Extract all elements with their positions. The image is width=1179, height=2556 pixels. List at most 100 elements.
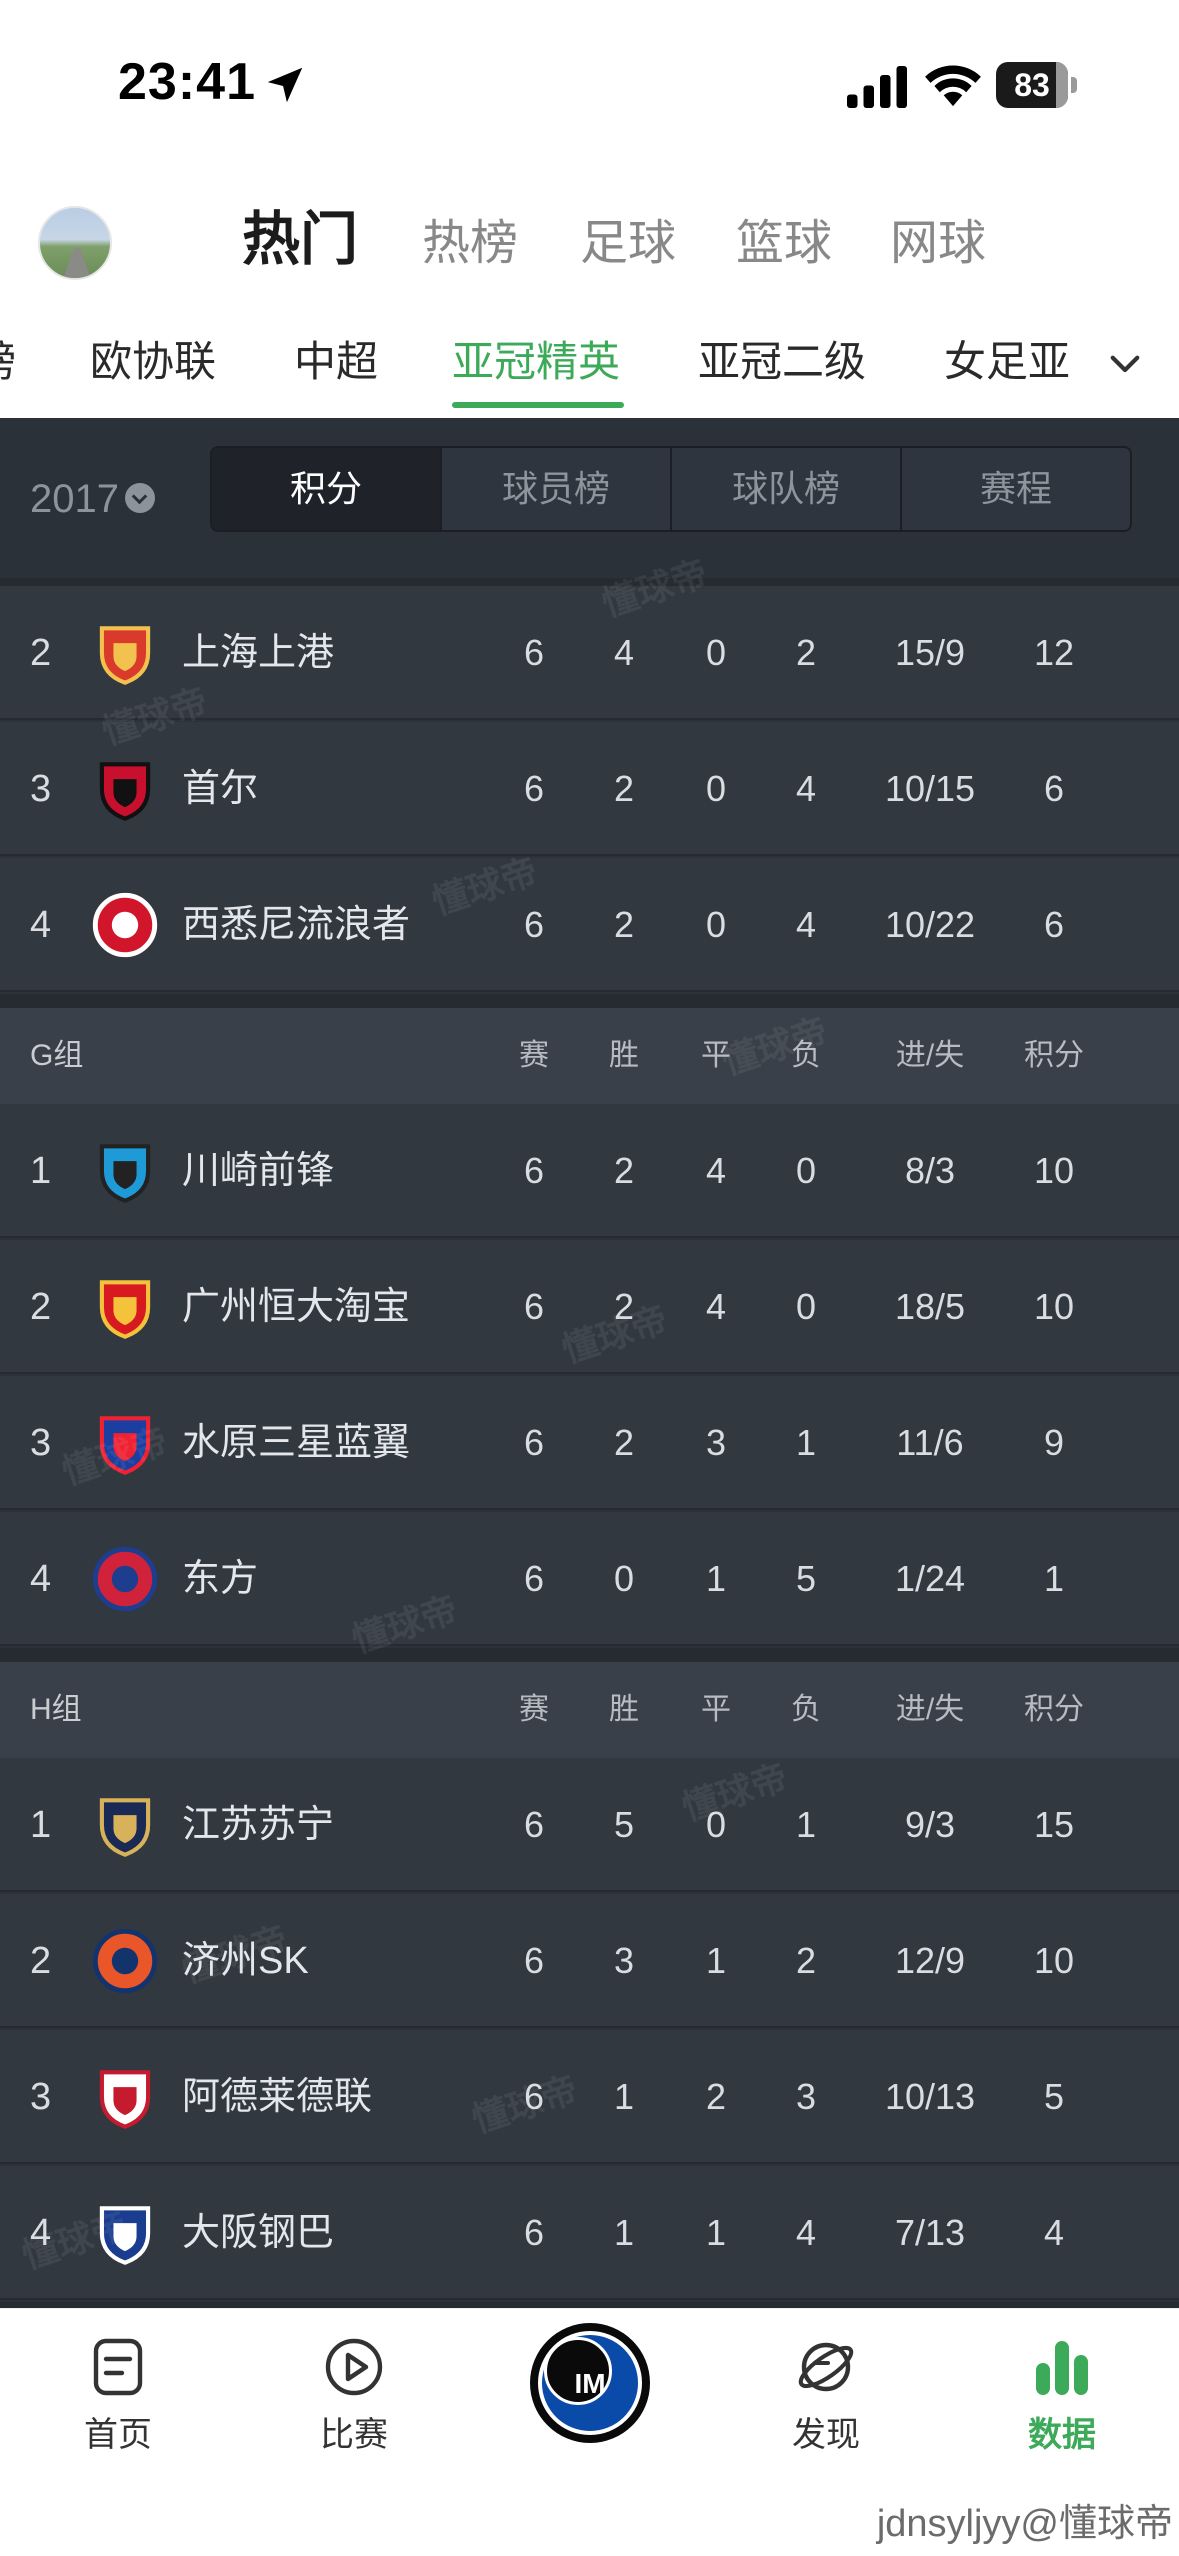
table-row[interactable]: 2 上海上港 6 4 0 2 15/9 12 (0, 586, 1179, 720)
table-row[interactable]: 4 东方 6 0 1 5 1/24 1 (0, 1512, 1179, 1646)
stat-pts: 5 (1043, 2076, 1065, 2117)
active-tab-underline (452, 402, 624, 408)
table-row[interactable]: 2 济州SK 6 3 1 2 12/9 10 (0, 1894, 1179, 2028)
table-row[interactable]: 1 川崎前锋 6 2 4 0 8/3 10 (0, 1104, 1179, 1238)
inter-badge-icon[interactable]: IM (530, 2323, 650, 2443)
stat-gd: 10/15 (884, 768, 976, 809)
team-rank: 2 (30, 1286, 52, 1328)
team-rank: 3 (30, 768, 52, 810)
svg-text:IM: IM (574, 2368, 605, 2399)
segment-team-rank[interactable]: 球队榜 (670, 448, 900, 530)
table-row[interactable]: 3 首尔 6 2 0 4 10/15 6 (0, 722, 1179, 856)
data-bars-icon (1036, 2341, 1088, 2395)
fc-seoul-crest (99, 762, 151, 821)
shanghai-sipg-crest (99, 626, 151, 685)
stat-l: 1 (795, 1804, 817, 1845)
segment-points[interactable]: 积分 (212, 448, 440, 530)
eastern-crest (92, 1546, 158, 1612)
dropdown-caret-icon (124, 483, 155, 514)
nav-matches[interactable]: 比赛 (274, 2325, 434, 2456)
group-header: H组赛胜平负进/失 积分 (0, 1662, 1179, 1758)
team-name: 首尔 (182, 768, 259, 810)
team-name: 川崎前锋 (182, 1150, 335, 1192)
segment-player-rank[interactable]: 球员榜 (440, 448, 670, 530)
group-divider (0, 1648, 1179, 1662)
stat-pts: 1 (1043, 1558, 1065, 1599)
standings-controls: 2017 积分 球员榜 球队榜 赛程 (0, 418, 1179, 578)
team-name: 广州恒大淘宝 (182, 1286, 411, 1328)
kawasaki-frontale-crest (99, 1144, 151, 1203)
status-bar: 23:41 83 (0, 0, 1179, 160)
stat-l: 2 (795, 1940, 817, 1981)
stat-pts: 15 (1033, 1804, 1075, 1845)
table-row[interactable]: 1 江苏苏宁 6 5 0 1 9/3 15 (0, 1758, 1179, 1892)
battery-indicator: 83 (996, 62, 1078, 108)
stat-gd: 15/9 (894, 632, 966, 673)
stat-l: 5 (795, 1558, 817, 1599)
tab-basketball[interactable]: 篮球 (736, 204, 832, 284)
tab-womens-asian-cup[interactable]: 女足亚 (944, 328, 1070, 389)
team-rank: 2 (30, 632, 52, 674)
team-name: 济州SK (182, 1940, 309, 1982)
team-rank: 2 (30, 1940, 52, 1982)
column-header: 负 (791, 1693, 821, 1726)
tab-hot[interactable]: 热门 (242, 200, 358, 280)
standings-segmented-control: 积分 球员榜 球队榜 赛程 (210, 446, 1132, 532)
stat-gd: 18/5 (894, 1286, 966, 1327)
stat-gd: 10/22 (884, 904, 976, 945)
adelaide-united-crest (99, 2070, 151, 2129)
cellular-signal-icon (847, 66, 907, 108)
nav-discover[interactable]: 发现 (746, 2325, 906, 2456)
group-name: H组 (30, 1693, 82, 1726)
team-name: 西悉尼流浪者 (182, 904, 411, 946)
stat-l: 0 (795, 1286, 817, 1327)
table-row[interactable]: 3 水原三星蓝翼 6 2 3 1 11/6 9 (0, 1376, 1179, 1510)
wifi-icon (925, 65, 981, 107)
stat-l: 2 (795, 632, 817, 673)
tab-csl[interactable]: 中超 (294, 328, 378, 389)
stat-l: 4 (795, 2212, 817, 2253)
stat-pts: 6 (1043, 768, 1065, 809)
tab-football[interactable]: 足球 (580, 204, 676, 284)
status-time: 23:41 (118, 53, 256, 111)
season-select[interactable]: 2017 (30, 464, 155, 534)
team-name: 大阪钢巴 (182, 2212, 335, 2254)
tab-uecl[interactable]: 欧协联 (90, 328, 216, 389)
table-row[interactable]: 2 广州恒大淘宝 6 2 4 0 18/5 10 (0, 1240, 1179, 1374)
team-rank: 3 (30, 2076, 52, 2118)
column-header: 进/失 (895, 1693, 965, 1726)
competition-tab-bar: 榜 欧协联 中超 亚冠精英 亚冠二级 女足亚 (0, 320, 1179, 410)
tab-acl-elite[interactable]: 亚冠精英 (452, 328, 620, 389)
group-header: G组赛胜平负进/失 积分 (0, 1008, 1179, 1104)
stat-pts: 12 (1033, 632, 1075, 673)
segment-schedule[interactable]: 赛程 (900, 448, 1130, 530)
home-doc-icon (93, 2338, 143, 2396)
stat-gd: 12/9 (894, 1940, 966, 1981)
nav-home[interactable]: 首页 (38, 2325, 198, 2456)
team-name: 江苏苏宁 (182, 1804, 335, 1846)
table-row[interactable]: 4 大阪钢巴 6 1 1 4 7/13 4 (0, 2166, 1179, 2300)
tab-hot-list[interactable]: 热榜 (422, 204, 518, 284)
nav-data[interactable]: 数据 (982, 2325, 1142, 2456)
battery-percent: 83 (1014, 67, 1050, 103)
stat-gd: 8/3 (904, 1150, 956, 1191)
user-avatar[interactable] (38, 206, 112, 280)
stat-pts: 6 (1043, 904, 1065, 945)
suwon-samsung-crest (99, 1416, 151, 1475)
table-row[interactable]: 4 西悉尼流浪者 6 2 0 4 10/22 6 (0, 858, 1179, 992)
column-header: 积分 (1024, 1039, 1084, 1072)
stat-l: 4 (795, 768, 817, 809)
standings-panel: 2017 积分 球员榜 球队榜 赛程 2 上海上港 6 4 0 2 15/9 12 3 首尔 6 2 0… (0, 418, 1179, 2308)
stat-gd: 7/13 (894, 2212, 966, 2253)
footer-user-tag: jdnsyljyy@懂球帝 (876, 2503, 1173, 2545)
gamba-osaka-crest (99, 2206, 151, 2265)
tab-acl-two[interactable]: 亚冠二级 (698, 328, 866, 389)
column-header: 进/失 (895, 1039, 965, 1072)
western-sydney-crest (92, 892, 158, 958)
tab-competition-partial[interactable]: 榜 (0, 328, 16, 389)
jiangsu-suning-crest (99, 1798, 151, 1857)
column-header: 负 (791, 1039, 821, 1072)
chevron-down-icon[interactable] (1104, 342, 1146, 384)
tab-tennis[interactable]: 网球 (890, 204, 986, 284)
table-row[interactable]: 3 阿德莱德联 6 1 2 3 10/13 5 (0, 2030, 1179, 2164)
